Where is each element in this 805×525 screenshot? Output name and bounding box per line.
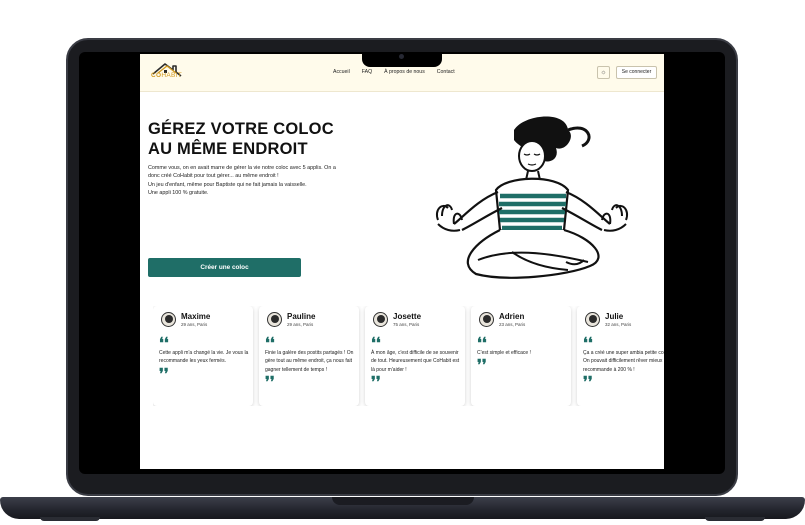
testimonial-text: C'est simple et efficace ! ❜❜ <box>477 349 567 375</box>
testimonial-text: À mon âge, c'est difficile de se souveni… <box>371 349 461 392</box>
testimonial-text: Cette appli m'a changé la vie. Je vous l… <box>159 349 249 383</box>
testimonial-meta: 75 ans, Paris <box>393 322 420 327</box>
testimonial-card: Adrien 23 ans, Paris ❛❛ C'est simple et … <box>471 306 571 406</box>
screen: COHABIT Accueil FAQ À propos de nous Con… <box>140 54 664 469</box>
hero-title-line-2: AU MÊME ENDROIT <box>148 140 308 158</box>
laptop-base-groove <box>332 497 474 505</box>
nav-link-contact[interactable]: Contact <box>437 69 455 75</box>
testimonial-meta: 29 ans, Paris <box>287 322 314 327</box>
laptop-foot-left <box>40 517 100 521</box>
hero-text-line-4: Une appli 100 % gratuite. <box>148 190 209 197</box>
testimonial-text-content: Finie la galère des postits partagés ! O… <box>265 350 354 373</box>
theme-toggle-button[interactable]: ☼ <box>597 66 610 79</box>
sun-icon: ☼ <box>600 69 607 76</box>
create-coloc-button[interactable]: Créer une coloc <box>148 258 301 277</box>
logo-text[interactable]: COHABIT <box>151 72 182 79</box>
testimonial-meta: 32 ans, Paris <box>605 322 632 327</box>
testimonial-card: Pauline 29 ans, Paris ❛❛ Finie la galère… <box>259 306 359 406</box>
testimonial-card: Julie 32 ans, Paris ❛❛ Ça a créé une sup… <box>577 306 664 406</box>
testimonial-name: Maxime <box>181 312 211 321</box>
logo-habit: HABIT <box>161 72 183 79</box>
testimonial-text-content: C'est simple et efficace ! <box>477 350 531 356</box>
quote-close-icon: ❜❜ <box>265 373 275 392</box>
avatar <box>161 312 176 327</box>
testimonial-card: Maxime 29 ans, Paris ❛❛ Cette appli m'a … <box>153 306 253 406</box>
laptop-foot-right <box>705 517 765 521</box>
testimonial-meta: 23 ans, Paris <box>499 322 526 327</box>
camera-icon <box>399 54 404 59</box>
hero-description: Comme vous, on en avait marre de gérer l… <box>148 164 358 198</box>
testimonial-text: Ça a créé une super ambia petite coloc'.… <box>583 349 664 392</box>
avatar <box>373 312 388 327</box>
avatar <box>267 312 282 327</box>
testimonial-name: Adrien <box>499 312 525 321</box>
avatar <box>479 312 494 327</box>
hero-text-line-2: donc créé CoHabit pour tout gérer... au … <box>148 173 279 180</box>
testimonial-meta: 29 ans, Paris <box>181 322 208 327</box>
testimonial-card: Josette 75 ans, Paris ❛❛ À mon âge, c'es… <box>365 306 465 406</box>
quote-close-icon: ❜❜ <box>371 373 381 392</box>
hero-text-line-3: Un jeu d'enfant, même pour Baptiste qui … <box>148 181 307 188</box>
testimonial-text: Finie la galère des postits partagés ! O… <box>265 349 355 392</box>
quote-open-icon: ❛❛ <box>583 334 593 352</box>
nav-links: Accueil FAQ À propos de nous Contact <box>333 69 455 75</box>
logo-co: CO <box>151 72 162 79</box>
meditating-woman-illustration <box>436 116 628 279</box>
login-button[interactable]: Se connecter <box>616 66 657 79</box>
nav-link-about[interactable]: À propos de nous <box>384 69 425 75</box>
quote-open-icon: ❛❛ <box>159 334 169 352</box>
hero-title: GÉREZ VOTRE COLOC AU MÊME ENDROIT <box>148 119 348 159</box>
quote-open-icon: ❛❛ <box>477 334 487 352</box>
quote-close-icon: ❜❜ <box>477 356 487 375</box>
quote-open-icon: ❛❛ <box>371 334 381 352</box>
quote-open-icon: ❛❛ <box>265 334 275 352</box>
avatar <box>585 312 600 327</box>
nav-link-faq[interactable]: FAQ <box>362 69 372 75</box>
testimonial-text-content: À mon âge, c'est difficile de se souveni… <box>371 350 460 373</box>
quote-close-icon: ❜❜ <box>159 364 169 383</box>
testimonial-text-content: Ça a créé une super ambia petite coloc'.… <box>583 350 664 373</box>
testimonial-name: Josette <box>393 312 422 321</box>
testimonial-text-content: Cette appli m'a changé la vie. Je vous l… <box>159 350 249 365</box>
testimonial-name: Julie <box>605 312 624 321</box>
nav-link-accueil[interactable]: Accueil <box>333 69 350 75</box>
testimonial-name: Pauline <box>287 312 316 321</box>
hero-text-line-1: Comme vous, on en avait marre de gérer l… <box>148 165 336 171</box>
hero-title-line-1: GÉREZ VOTRE COLOC <box>148 120 334 138</box>
quote-close-icon: ❜❜ <box>583 373 593 392</box>
testimonials-list: Maxime 29 ans, Paris ❛❛ Cette appli m'a … <box>153 306 664 406</box>
